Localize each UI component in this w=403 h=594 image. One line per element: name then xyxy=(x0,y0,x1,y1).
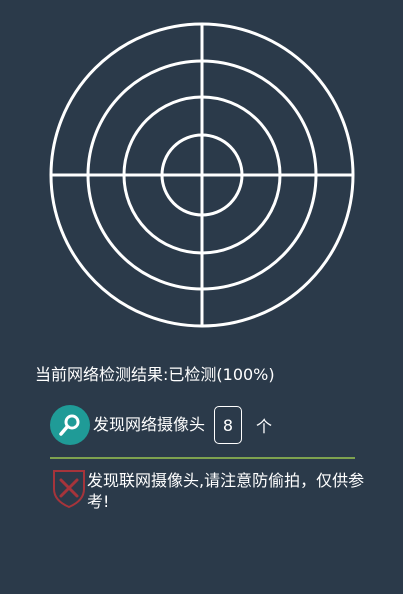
search-icon xyxy=(59,414,80,436)
section-divider xyxy=(50,457,355,459)
warning-message: 发现联网摄像头,请注意防偷拍，仅供参考! xyxy=(51,470,371,512)
camera-count-unit: 个 xyxy=(256,417,273,436)
detection-status-text: 当前网络检测结果:已检测(100%) xyxy=(35,365,275,384)
found-camera-label: 发现网络摄像头 xyxy=(93,415,206,434)
shield-alert-icon xyxy=(53,470,85,509)
camera-count: 8 xyxy=(214,406,243,444)
search-badge[interactable] xyxy=(50,405,90,445)
warning-text: 发现联网摄像头,请注意防偷拍，仅供参考! xyxy=(87,471,365,511)
radar-scanner xyxy=(49,22,355,328)
found-camera-row: 发现网络摄像头 8 个 xyxy=(50,404,272,446)
radar-scanner-icon xyxy=(49,22,355,328)
